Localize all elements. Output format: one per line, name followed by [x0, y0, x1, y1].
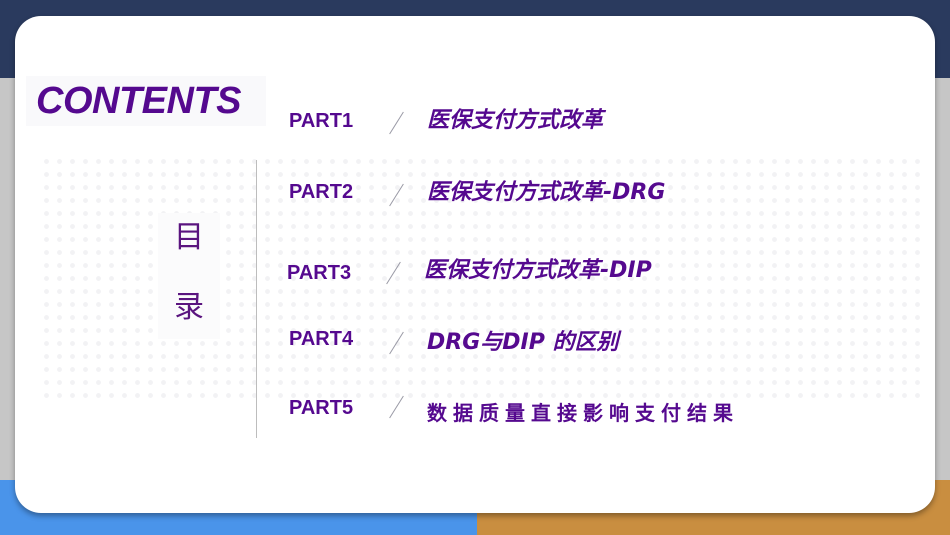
toc-item-2[interactable]: 医保支付方式改革-DRG: [427, 178, 665, 208]
part-label-1: PART1: [289, 110, 354, 132]
part-label-2: PART2: [289, 181, 354, 203]
toc-item-3[interactable]: 医保支付方式改革-DIP: [424, 256, 652, 286]
vertical-divider: [256, 160, 257, 438]
part-label-3: PART3: [287, 262, 352, 284]
table-of-contents-label: 目 录: [158, 213, 220, 339]
toc-item-5[interactable]: 数据质量直接影响支付结果: [427, 398, 739, 428]
toc-char-2: 录: [174, 290, 204, 325]
toc-char-1: 目: [174, 220, 204, 255]
part-label-4: PART4: [289, 328, 354, 350]
toc-item-1[interactable]: 医保支付方式改革: [427, 106, 603, 136]
toc-item-4[interactable]: DRG与DIP 的区别: [427, 328, 619, 358]
contents-heading: CONTENTS: [26, 76, 266, 126]
part-label-5: PART5: [289, 397, 354, 419]
